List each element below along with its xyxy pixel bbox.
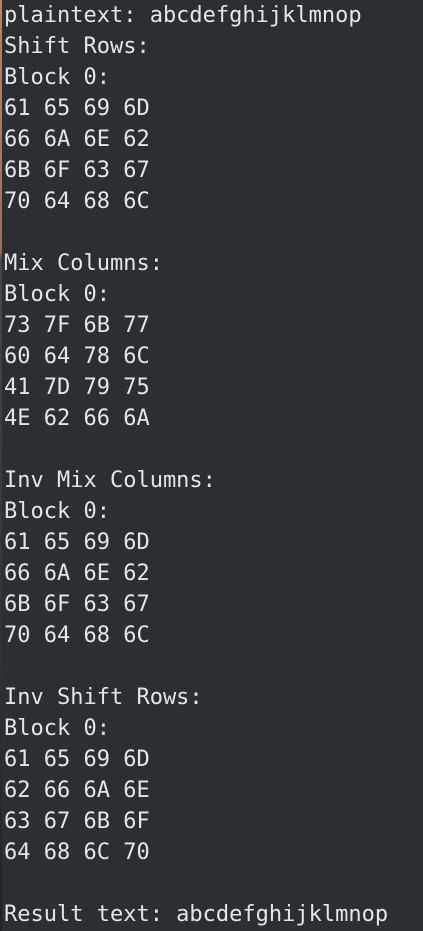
hex-row: 62 66 6A 6E [4, 778, 150, 803]
hex-row: 6B 6F 63 67 [4, 158, 150, 183]
hex-row: 41 7D 79 75 [4, 375, 150, 400]
block-label: Block 0: [4, 65, 110, 90]
section-title: Inv Mix Columns: [4, 468, 216, 493]
hex-row: 64 68 6C 70 [4, 840, 150, 865]
hex-row: 70 64 68 6C [4, 623, 150, 648]
hex-row: 61 65 69 6D [4, 747, 150, 772]
section-inv-mix-columns: Inv Mix Columns: Block 0: 61 65 69 6D 66… [4, 465, 423, 651]
block-label: Block 0: [4, 282, 110, 307]
hex-row: 60 64 78 6C [4, 344, 150, 369]
block-label: Block 0: [4, 716, 110, 741]
hex-row: 70 64 68 6C [4, 189, 150, 214]
result-line: Result text: abcdefghijklmnop [4, 902, 389, 927]
hex-row: 4E 62 66 6A [4, 406, 150, 431]
hex-row: 63 67 6B 6F [4, 809, 150, 834]
hex-row: 66 6A 6E 62 [4, 127, 150, 152]
section-title: Inv Shift Rows: [4, 685, 203, 710]
hex-row: 6B 6F 63 67 [4, 592, 150, 617]
section-mix-columns: Mix Columns: Block 0: 73 7F 6B 77 60 64 … [4, 248, 423, 434]
hex-row: 61 65 69 6D [4, 96, 150, 121]
section-title: Shift Rows: [4, 34, 150, 59]
section-shift-rows: Shift Rows: Block 0: 61 65 69 6D 66 6A 6… [4, 31, 423, 217]
hex-row: 73 7F 6B 77 [4, 313, 150, 338]
terminal-output[interactable]: plaintext: abcdefghijklmnop Shift Rows: … [0, 0, 423, 931]
hex-row: 66 6A 6E 62 [4, 561, 150, 586]
block-label: Block 0: [4, 499, 110, 524]
hex-row: 61 65 69 6D [4, 530, 150, 555]
plaintext-line: plaintext: abcdefghijklmnop [4, 3, 362, 28]
section-inv-shift-rows: Inv Shift Rows: Block 0: 61 65 69 6D 62 … [4, 682, 423, 868]
section-title: Mix Columns: [4, 251, 163, 276]
